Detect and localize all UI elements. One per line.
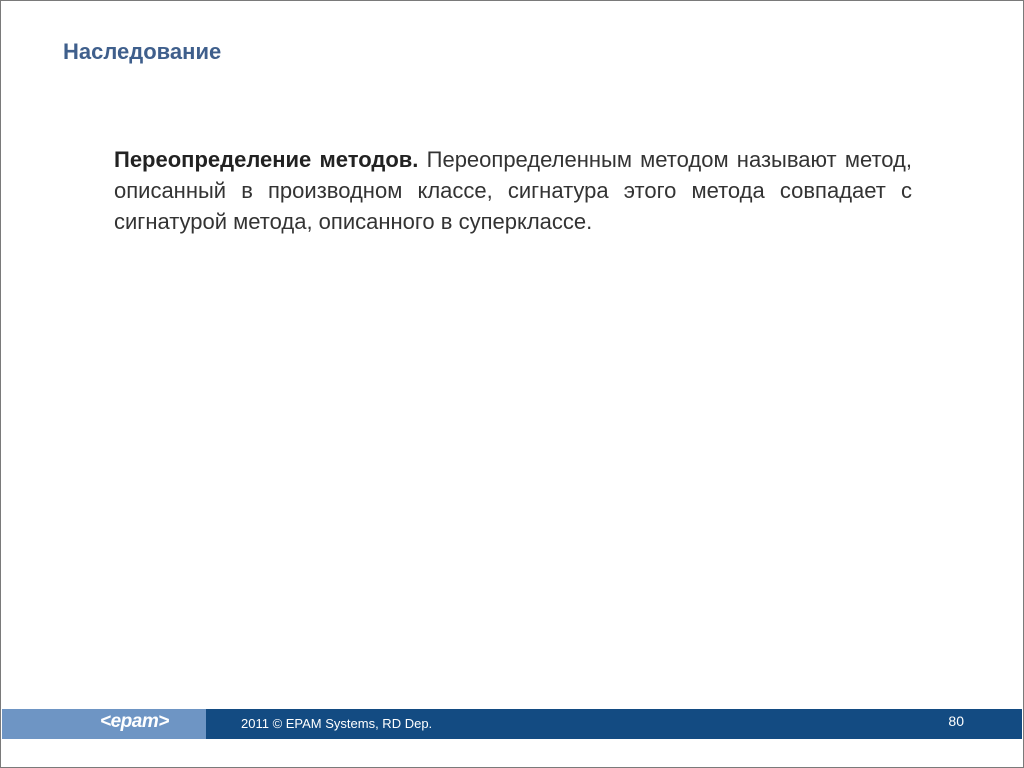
slide-paragraph: Переопределение методов. Переопределенны… — [114, 144, 912, 237]
footer-copyright: 2011 © EPAM Systems, RD Dep. — [241, 716, 433, 731]
term-bold: Переопределение методов. — [114, 147, 419, 172]
epam-logo: <epam> — [100, 711, 169, 732]
epam-logo-block: <epam> — [2, 709, 206, 739]
footer-bar: <epam> 2011 © EPAM Systems, RD Dep. 80 — [2, 709, 1022, 739]
slide: Наследование Переопределение методов. Пе… — [0, 0, 1024, 768]
page-number: 80 — [948, 713, 964, 729]
slide-title: Наследование — [63, 39, 222, 64]
